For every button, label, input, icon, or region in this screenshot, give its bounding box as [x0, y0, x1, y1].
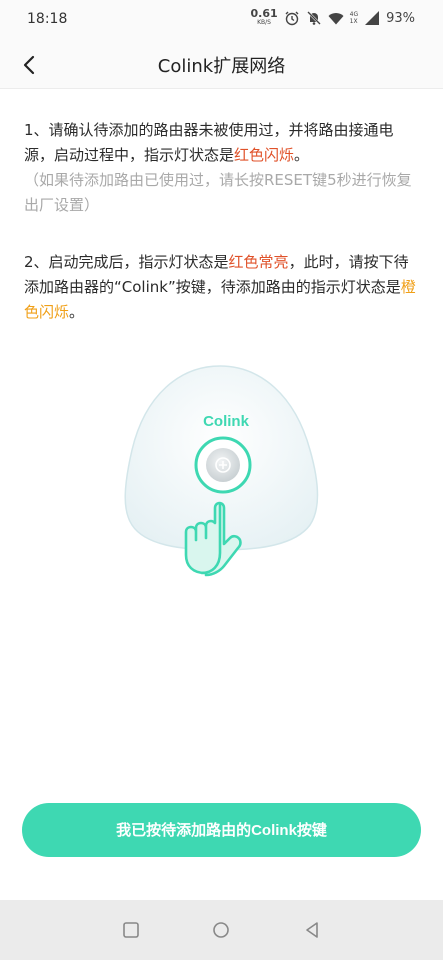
status-bar: 18:18 0.61 KB/S 4G 1X 93% [0, 0, 443, 40]
app-header: Colink扩展网络 [0, 40, 443, 89]
bell-off-icon [306, 11, 321, 25]
system-nav-bar [0, 900, 443, 960]
signal-label-bottom: 1X [349, 18, 358, 25]
router-illustration: Colink [124, 365, 319, 577]
step-2-end: 。 [69, 303, 85, 321]
wifi-icon [328, 13, 344, 25]
network-speed-value: 0.61 [250, 7, 278, 20]
step-1-end: 。 [294, 146, 310, 164]
status-time: 18:18 [27, 11, 68, 27]
battery-level: 93% [386, 10, 415, 26]
step-1: 1、请确认待添加的路由器未被使用过，并将路由接通电源，启动过程中，指示灯状态是红… [24, 118, 420, 218]
signal-labels: 4G 1X [350, 11, 358, 25]
router-label: Colink [203, 413, 249, 430]
square-icon[interactable] [121, 920, 141, 940]
status-icons: 0.61 KB/S 4G 1X 93% [250, 7, 415, 27]
step-1-note: （如果待添加路由已使用过，请长按RESET键5秒进行恢复出厂设置） [24, 171, 412, 214]
instructions: 1、请确认待添加的路由器未被使用过，并将路由接通电源，启动过程中，指示灯状态是红… [24, 118, 420, 357]
step-2-highlight-a: 红色常亮 [228, 253, 289, 271]
alarm-icon [285, 11, 299, 26]
page-title: Colink扩展网络 [157, 56, 286, 77]
network-speed: 0.61 KB/S [250, 7, 278, 27]
circle-icon[interactable] [211, 920, 231, 940]
step-2-text-a: 2、启动完成后，指示灯状态是 [24, 253, 229, 271]
signal-label-top: 4G [349, 11, 359, 18]
confirm-pressed-button[interactable]: 我已按待添加路由的Colink按键 [22, 803, 421, 857]
triangle-back-icon[interactable] [302, 920, 322, 940]
step-2: 2、启动完成后，指示灯状态是红色常亮，此时，请按下待添加路由器的“Colink”… [24, 250, 420, 325]
cellular-signal-icon [365, 11, 380, 25]
step-1-highlight: 红色闪烁 [234, 146, 295, 164]
network-speed-unit: KB/S [257, 19, 271, 26]
step-1-text: 1、请确认待添加的路由器未被使用过，并将路由接通电源，启动过程中，指示灯状态是 [24, 121, 394, 164]
